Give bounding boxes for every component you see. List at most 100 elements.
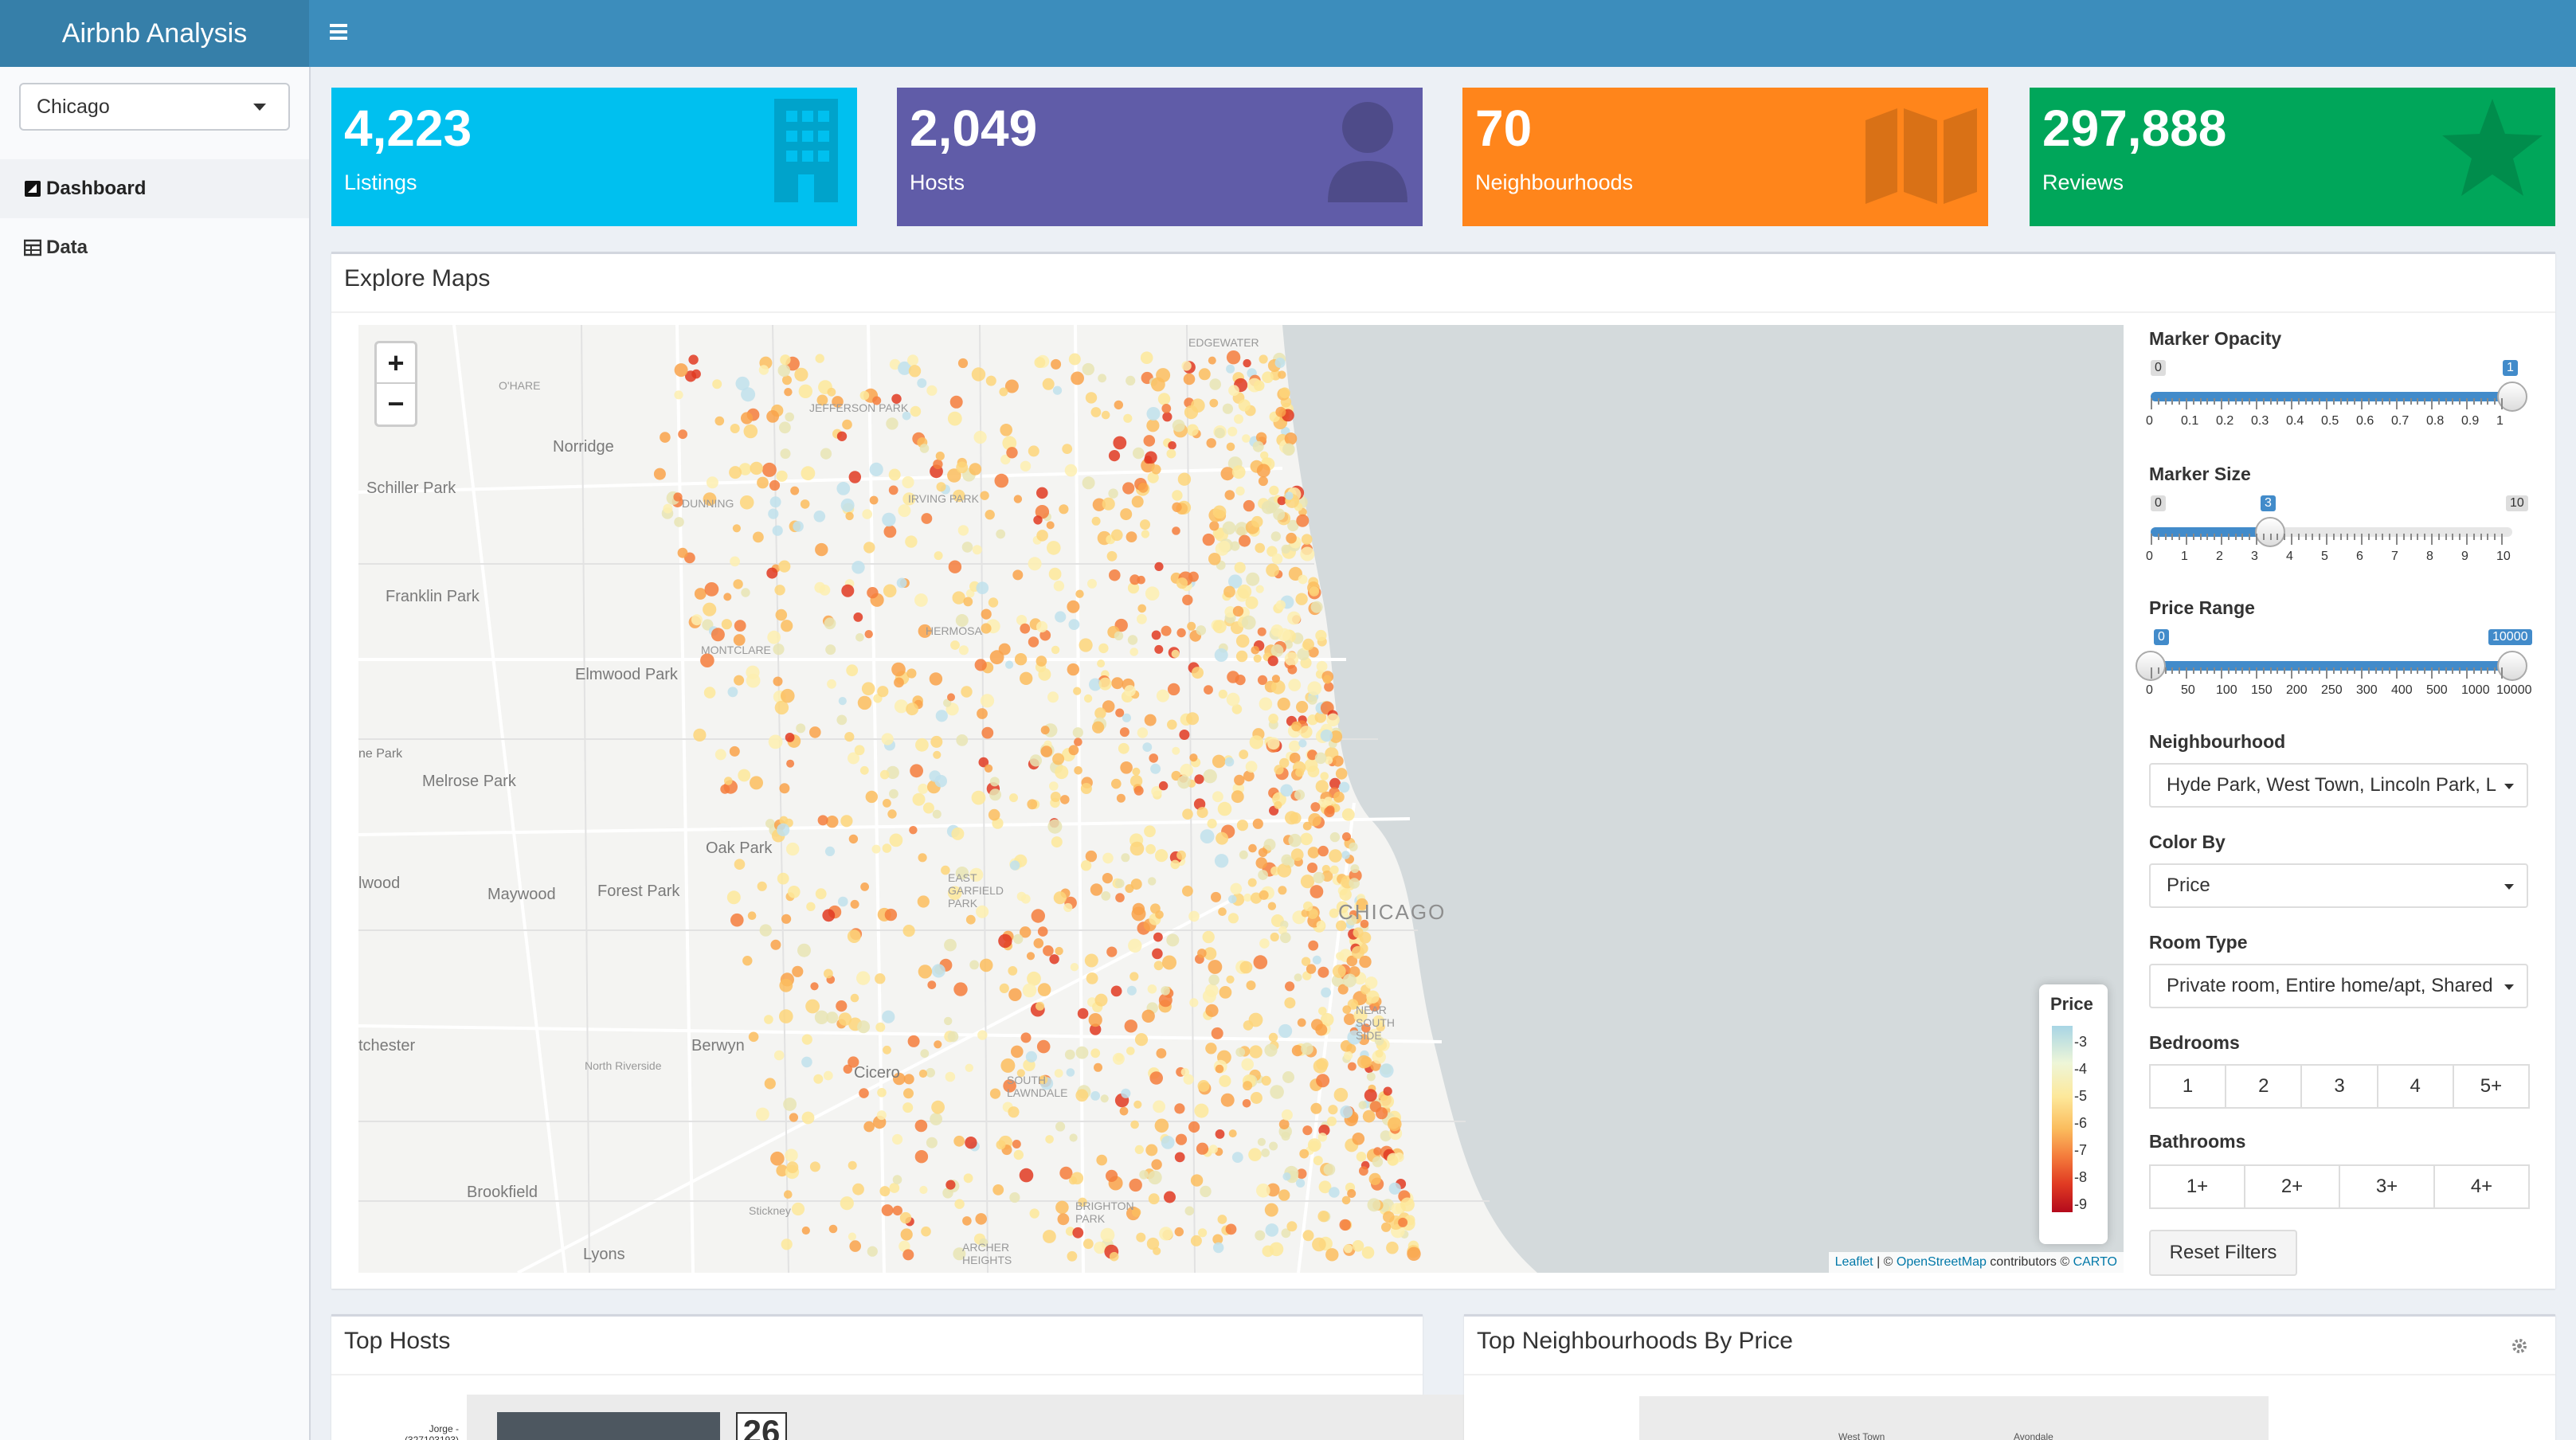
listing-marker[interactable] bbox=[1067, 1250, 1078, 1262]
listing-marker[interactable] bbox=[1190, 1235, 1202, 1246]
listing-marker[interactable] bbox=[1172, 526, 1180, 535]
listing-marker[interactable] bbox=[674, 363, 688, 378]
listing-marker[interactable] bbox=[989, 777, 1000, 787]
listing-marker[interactable] bbox=[1218, 907, 1227, 916]
listing-marker[interactable] bbox=[1227, 426, 1238, 436]
listing-marker[interactable] bbox=[956, 461, 969, 474]
listing-marker[interactable] bbox=[882, 843, 892, 853]
listing-marker[interactable] bbox=[1132, 902, 1145, 916]
listing-marker[interactable] bbox=[1296, 514, 1310, 527]
carto-link[interactable]: CARTO bbox=[2073, 1255, 2117, 1269]
listing-marker[interactable] bbox=[992, 1184, 1004, 1195]
listing-marker[interactable] bbox=[929, 770, 941, 782]
listing-marker[interactable] bbox=[1320, 772, 1329, 781]
listing-marker[interactable] bbox=[1183, 1074, 1194, 1085]
listing-marker[interactable] bbox=[889, 1183, 900, 1193]
listing-marker[interactable] bbox=[1234, 414, 1243, 425]
listing-marker[interactable] bbox=[1126, 1047, 1135, 1055]
listing-marker[interactable] bbox=[1149, 753, 1158, 763]
listing-marker[interactable] bbox=[1379, 1063, 1394, 1078]
listing-marker[interactable] bbox=[1082, 362, 1094, 376]
listing-marker[interactable] bbox=[1118, 742, 1129, 754]
listing-marker[interactable] bbox=[1212, 620, 1227, 634]
listing-marker[interactable] bbox=[1239, 534, 1251, 547]
listing-marker[interactable] bbox=[920, 1049, 930, 1058]
listing-marker[interactable] bbox=[1111, 778, 1122, 789]
listing-marker[interactable] bbox=[1090, 883, 1103, 896]
listing-marker[interactable] bbox=[820, 448, 832, 460]
listing-marker[interactable] bbox=[973, 430, 987, 444]
listing-marker[interactable] bbox=[914, 1119, 928, 1133]
sidebar-item-dashboard[interactable]: Dashboard bbox=[0, 159, 309, 218]
listing-marker[interactable] bbox=[1320, 729, 1333, 742]
listing-marker[interactable] bbox=[1140, 519, 1150, 530]
listing-marker[interactable] bbox=[1205, 1043, 1217, 1055]
listing-marker[interactable] bbox=[1341, 1195, 1351, 1205]
listing-marker[interactable] bbox=[963, 597, 973, 607]
listing-marker[interactable] bbox=[977, 1030, 988, 1040]
listing-marker[interactable] bbox=[1258, 847, 1268, 857]
listing-marker[interactable] bbox=[1294, 789, 1306, 800]
listing-marker[interactable] bbox=[1327, 1116, 1337, 1126]
listing-marker[interactable] bbox=[1205, 1004, 1219, 1017]
listing-marker[interactable] bbox=[1037, 983, 1051, 996]
listing-marker[interactable] bbox=[1145, 843, 1156, 855]
listing-marker[interactable] bbox=[1084, 953, 1098, 968]
listing-marker[interactable] bbox=[1198, 368, 1211, 381]
listing-marker[interactable] bbox=[1231, 790, 1244, 804]
listing-marker[interactable] bbox=[1071, 371, 1084, 385]
listing-marker[interactable] bbox=[1068, 619, 1080, 630]
listing-marker[interactable] bbox=[971, 790, 986, 805]
listing-marker[interactable] bbox=[981, 726, 994, 739]
listing-marker[interactable] bbox=[1167, 683, 1180, 696]
listing-marker[interactable] bbox=[757, 476, 769, 489]
listing-marker[interactable] bbox=[932, 809, 942, 819]
bathroom-button-2plus[interactable]: 2+ bbox=[2244, 1164, 2340, 1209]
listing-marker[interactable] bbox=[902, 1102, 914, 1113]
listing-marker[interactable] bbox=[1340, 1105, 1353, 1118]
listing-marker[interactable] bbox=[841, 584, 855, 597]
listing-marker[interactable] bbox=[1242, 1099, 1251, 1108]
listing-marker[interactable] bbox=[1208, 553, 1221, 565]
listing-marker[interactable] bbox=[945, 1180, 956, 1190]
listing-marker[interactable] bbox=[741, 588, 750, 597]
listing-marker[interactable] bbox=[1052, 385, 1063, 395]
listing-marker[interactable] bbox=[779, 978, 793, 992]
listing-marker[interactable] bbox=[945, 1071, 956, 1082]
listing-marker[interactable] bbox=[1168, 441, 1176, 450]
listing-marker[interactable] bbox=[1083, 694, 1093, 703]
listing-marker[interactable] bbox=[1307, 681, 1322, 696]
listing-marker[interactable] bbox=[809, 726, 821, 738]
listing-marker[interactable] bbox=[1286, 532, 1297, 544]
listing-marker[interactable] bbox=[1352, 1240, 1364, 1252]
listing-marker[interactable] bbox=[1274, 800, 1282, 809]
listing-marker[interactable] bbox=[1300, 832, 1313, 846]
listing-marker[interactable] bbox=[909, 826, 918, 835]
listing-marker[interactable] bbox=[813, 1074, 824, 1084]
listing-marker[interactable] bbox=[1179, 730, 1190, 740]
listing-marker[interactable] bbox=[790, 486, 800, 495]
listing-marker[interactable] bbox=[1269, 1141, 1278, 1151]
listing-marker[interactable] bbox=[1329, 1187, 1340, 1198]
listing-marker[interactable] bbox=[1009, 1192, 1020, 1203]
listing-marker[interactable] bbox=[1249, 1045, 1263, 1058]
listing-marker[interactable] bbox=[1350, 864, 1360, 874]
listing-marker[interactable] bbox=[1162, 412, 1173, 422]
listing-marker[interactable] bbox=[778, 560, 791, 573]
listing-marker[interactable] bbox=[1116, 793, 1126, 803]
listing-marker[interactable] bbox=[779, 783, 790, 794]
listing-marker[interactable] bbox=[824, 617, 836, 630]
listing-marker[interactable] bbox=[912, 792, 926, 806]
listing-marker[interactable] bbox=[1035, 1001, 1045, 1011]
listing-marker[interactable] bbox=[1127, 635, 1138, 645]
listing-marker[interactable] bbox=[1129, 972, 1139, 981]
listing-marker[interactable] bbox=[773, 676, 783, 687]
listing-marker[interactable] bbox=[962, 1216, 972, 1226]
listing-marker[interactable] bbox=[1287, 664, 1298, 675]
listing-marker[interactable] bbox=[1239, 749, 1249, 760]
listing-marker[interactable] bbox=[915, 738, 929, 752]
listing-marker[interactable] bbox=[1316, 660, 1328, 672]
listing-marker[interactable] bbox=[1347, 1189, 1357, 1198]
listing-marker[interactable] bbox=[1106, 946, 1118, 957]
listing-marker[interactable] bbox=[1307, 863, 1317, 873]
